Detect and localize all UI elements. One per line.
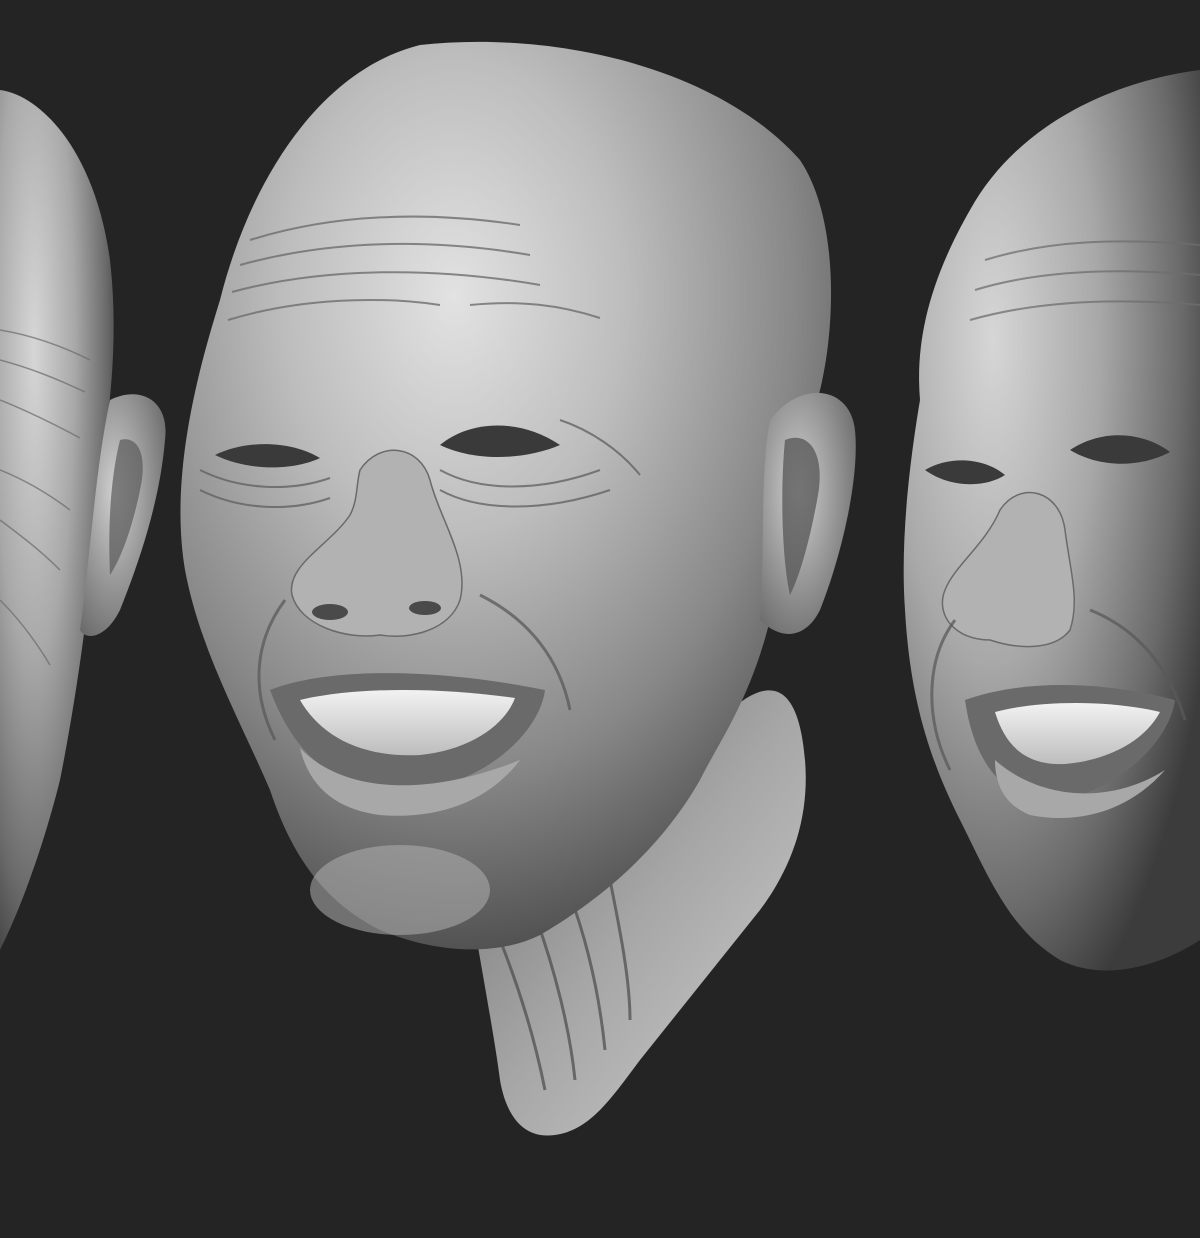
center-nostril-right <box>409 601 441 615</box>
center-nostril-left <box>312 604 348 620</box>
center-chin <box>310 845 490 935</box>
sculpt-render-canvas <box>0 0 1200 1238</box>
